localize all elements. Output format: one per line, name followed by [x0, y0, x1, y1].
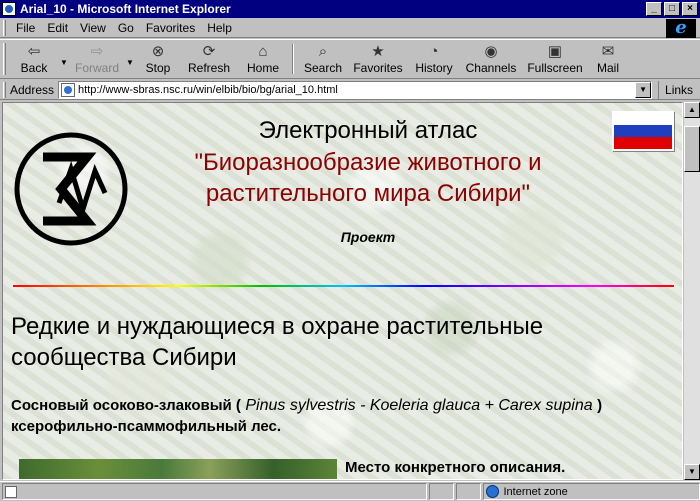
favorites-icon: ★: [371, 43, 385, 60]
stop-button[interactable]: ⊗ Stop: [136, 40, 180, 78]
ie-logo-icon: e: [666, 19, 696, 38]
back-label: Back: [20, 61, 48, 75]
home-button[interactable]: ⌂ Home: [238, 40, 288, 78]
ie-page-icon: [2, 2, 16, 16]
home-label: Home: [246, 61, 279, 75]
favorites-label: Favorites: [353, 61, 403, 75]
menu-edit[interactable]: Edit: [41, 21, 74, 35]
page-status-icon: [5, 485, 17, 498]
menu-view[interactable]: View: [74, 21, 112, 35]
project-label: Проект: [340, 229, 396, 245]
menu-favorites[interactable]: Favorites: [140, 21, 201, 35]
toolbar-grip[interactable]: [3, 43, 6, 75]
section-title: Редкие и нуждающиеся в охране растительн…: [11, 313, 544, 371]
internet-zone-globe-icon: [486, 485, 500, 498]
stop-label: Stop: [145, 61, 171, 75]
address-input[interactable]: http://www-sbras.nsc.ru/win/elbib/bio/bg…: [58, 80, 653, 99]
forward-dropdown-icon[interactable]: ▼: [124, 40, 136, 78]
forward-label: Forward: [74, 61, 119, 75]
mail-label: Mail: [596, 61, 619, 75]
back-dropdown-icon[interactable]: ▼: [58, 40, 70, 78]
vertical-scrollbar[interactable]: ▲ ▼: [684, 102, 700, 480]
zone-label: Internet zone: [503, 485, 568, 498]
close-button[interactable]: ×: [682, 2, 698, 16]
status-pane-2: [456, 483, 482, 500]
page-content: Электронный атлас "Биоразнообразие живот…: [2, 102, 683, 480]
toolbar-separator: [292, 44, 294, 74]
scroll-thumb[interactable]: [684, 126, 700, 172]
channels-label: Channels: [465, 61, 517, 75]
fullscreen-button[interactable]: ▣ Fullscreen: [522, 40, 588, 78]
home-icon: ⌂: [258, 42, 268, 60]
menu-file[interactable]: File: [10, 21, 41, 35]
address-dropdown-icon[interactable]: ▼: [635, 81, 652, 98]
forest-photo: [19, 459, 337, 479]
maximize-button[interactable]: □: [664, 2, 680, 16]
place-label: Место конкретного описания.: [345, 459, 566, 476]
refresh-button[interactable]: ⟳ Refresh: [180, 40, 238, 78]
back-arrow-icon: ⇦: [27, 43, 41, 60]
favorites-button[interactable]: ★ Favorites: [348, 40, 408, 78]
stop-icon: ⊗: [151, 43, 165, 60]
menu-bar: File Edit View Go Favorites Help: [0, 18, 700, 38]
history-label: History: [415, 61, 453, 75]
status-bar: Internet zone: [0, 481, 700, 501]
forward-arrow-icon: ⇨: [90, 43, 104, 60]
desc-latin: Pinus sylvestris - Koeleria glauca + Car…: [240, 397, 598, 414]
links-button[interactable]: Links: [658, 80, 693, 99]
rainbow-divider: [13, 285, 674, 287]
window-title: Arial_10 - Microsoft Internet Explorer: [20, 2, 231, 16]
channels-icon: ◉: [484, 43, 498, 60]
refresh-label: Refresh: [187, 61, 231, 75]
community-description: Сосновый осоково-злаковый ( Pinus sylves…: [11, 395, 671, 437]
forward-button[interactable]: ⇨ Forward: [70, 40, 124, 78]
address-label: Address: [10, 82, 55, 97]
status-main-pane: [2, 483, 428, 500]
menu-grip[interactable]: [3, 19, 6, 36]
title-bar: Arial_10 - Microsoft Internet Explorer _…: [0, 0, 700, 18]
status-pane-1: [429, 483, 455, 500]
search-button[interactable]: ⌕ Search: [298, 40, 348, 78]
menu-go[interactable]: Go: [112, 21, 140, 35]
fullscreen-label: Fullscreen: [527, 61, 583, 75]
mail-button[interactable]: ✉ Mail: [588, 40, 628, 78]
history-icon: ◔: [429, 42, 439, 60]
channels-button[interactable]: ◉ Channels: [460, 40, 522, 78]
scroll-up-icon[interactable]: ▲: [684, 102, 700, 118]
biodiversity-heading: "Биоразнообразие животного и растительно…: [194, 149, 542, 207]
search-icon: ⌕: [318, 42, 328, 60]
desc-prefix: Сосновый осоково-злаковый (: [11, 397, 241, 414]
minimize-button[interactable]: _: [646, 2, 662, 16]
address-url[interactable]: http://www-sbras.nsc.ru/win/elbib/bio/bg…: [78, 84, 338, 96]
scroll-down-icon[interactable]: ▼: [684, 464, 700, 480]
refresh-icon: ⟳: [202, 43, 216, 60]
atlas-heading: Электронный атлас: [258, 117, 478, 144]
page-icon: [61, 82, 76, 97]
back-button[interactable]: ⇦ Back: [10, 40, 58, 78]
address-grip[interactable]: [3, 81, 6, 98]
fullscreen-icon: ▣: [547, 43, 563, 60]
standard-toolbar: ⇦ Back ▼ ⇨ Forward ▼ ⊗ Stop ⟳ Refresh ⌂ …: [0, 39, 700, 79]
status-zone-pane: Internet zone: [483, 483, 700, 500]
mail-icon: ✉: [601, 43, 615, 60]
search-label: Search: [303, 61, 343, 75]
history-button[interactable]: ◔ History: [408, 40, 460, 78]
address-bar: Address http://www-sbras.nsc.ru/win/elbi…: [0, 80, 700, 100]
menu-help[interactable]: Help: [201, 21, 238, 35]
